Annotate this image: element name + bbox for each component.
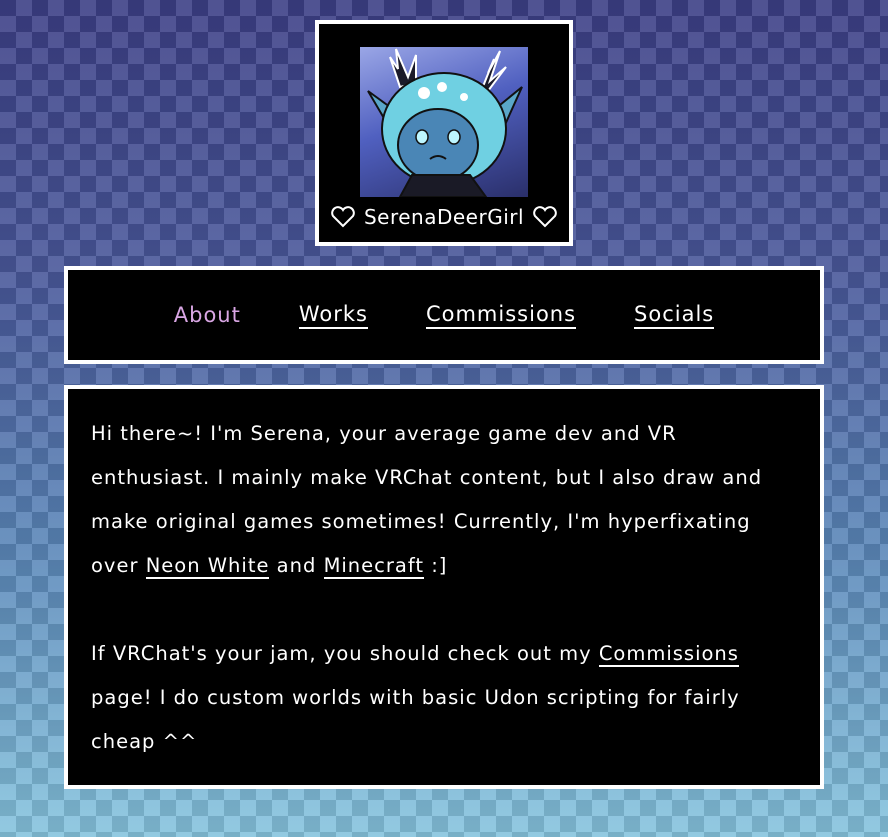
- commissions-paragraph: If VRChat's your jam, you should check o…: [91, 632, 798, 764]
- commissions-link[interactable]: Commissions: [598, 642, 739, 667]
- nav-works[interactable]: Works: [298, 302, 368, 329]
- profile-name: SerenaDeerGirl: [363, 205, 525, 229]
- neon-white-link[interactable]: Neon White: [145, 554, 270, 579]
- nav-commissions[interactable]: Commissions: [425, 302, 577, 329]
- nav-socials[interactable]: Socials: [634, 302, 715, 329]
- intro-between: and: [269, 554, 324, 577]
- commissions-text: If VRChat's your jam, you should check o…: [91, 642, 599, 665]
- profile-name-row: SerenaDeerGirl: [319, 202, 569, 232]
- intro-paragraph: Hi there~! I'm Serena, your average game…: [91, 412, 798, 588]
- intro-after: :]: [424, 554, 448, 577]
- heart-icon: [533, 206, 557, 228]
- commissions-after: page! I do custom worlds with basic Udon…: [91, 686, 740, 753]
- nav-about[interactable]: About: [174, 303, 241, 328]
- about-content: Hi there~! I'm Serena, your average game…: [64, 385, 824, 789]
- profile-card: SerenaDeerGirl: [315, 20, 573, 246]
- main-nav: About Works Commissions Socials: [64, 266, 824, 364]
- avatar: [360, 47, 528, 197]
- heart-icon: [331, 206, 355, 228]
- minecraft-link[interactable]: Minecraft: [323, 554, 425, 579]
